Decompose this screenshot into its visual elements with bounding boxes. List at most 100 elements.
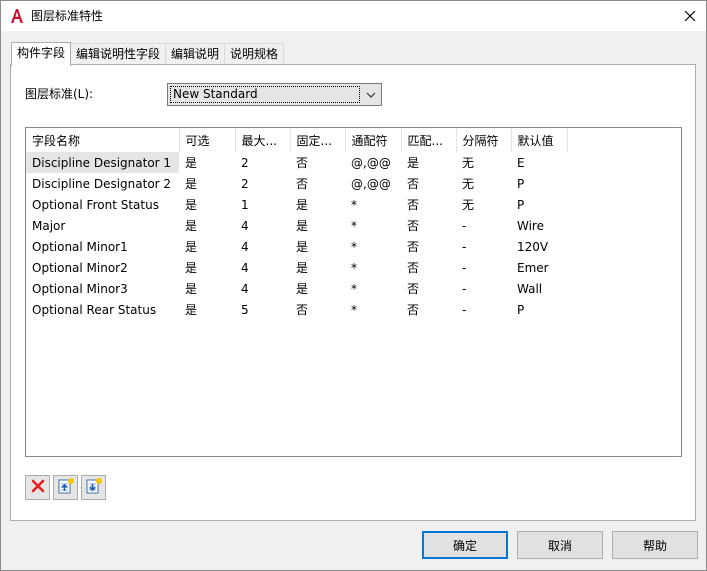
table-row[interactable]: Optional Minor2 是 4 是 * 否 - Emer: [26, 257, 567, 278]
cell-wildcard: *: [351, 218, 357, 233]
cell-max-length: 2: [241, 155, 249, 170]
move-up-button[interactable]: [53, 475, 78, 500]
cell-fixed: 是: [296, 240, 309, 254]
table-row[interactable]: Optional Rear Status 是 5 否 * 否 - P: [26, 299, 567, 320]
field-toolbar: [25, 475, 106, 500]
column-header-separator[interactable]: 分隔符: [456, 128, 512, 152]
cell-field-name: Major: [32, 218, 66, 233]
dialog-title: 图层标准特性: [31, 9, 104, 23]
column-header-fixed[interactable]: 固定...: [290, 128, 346, 152]
cell-max-length: 2: [241, 176, 249, 191]
cell-separator: -: [462, 302, 467, 317]
cell-optional: 是: [185, 261, 198, 275]
cell-separator: 无: [462, 198, 475, 212]
cell-match: 否: [407, 240, 420, 254]
cell-field-name: Discipline Designator 2: [32, 176, 172, 191]
cell-wildcard: *: [351, 281, 357, 296]
cell-default: P: [517, 176, 525, 191]
tab-component-fields[interactable]: 构件字段: [11, 42, 72, 66]
table-row[interactable]: Optional Minor3 是 4 是 * 否 - Wall: [26, 278, 567, 299]
cell-optional: 是: [185, 219, 198, 233]
cell-default: Emer: [517, 260, 549, 275]
cell-wildcard: *: [351, 197, 357, 212]
column-header-max-length[interactable]: 最大...: [235, 128, 291, 152]
tab-strip: 构件字段 编辑说明性字段 编辑说明 说明规格: [11, 42, 285, 66]
cell-max-length: 4: [241, 281, 249, 296]
cell-optional: 是: [185, 303, 198, 317]
tab-panel: 图层标准(L): New Standard 字段名称 可选 最大... 固定..…: [10, 64, 696, 521]
cell-field-name: Discipline Designator 1: [26, 152, 179, 173]
cell-match: 否: [407, 198, 420, 212]
cell-optional: 是: [185, 156, 198, 170]
table-row[interactable]: Major 是 4 是 * 否 - Wire: [26, 215, 567, 236]
table-row[interactable]: Discipline Designator 2 是 2 否 @,@@ 否 无 P: [26, 173, 567, 194]
cell-separator: -: [462, 281, 467, 296]
layer-standard-properties-dialog: 图层标准特性 构件字段 编辑说明性字段 编辑说明 说明规格 图层标准(L): N…: [0, 0, 707, 571]
cell-max-length: 4: [241, 218, 249, 233]
cell-match: 否: [407, 282, 420, 296]
chevron-down-icon: [365, 89, 377, 101]
cell-max-length: 1: [241, 197, 249, 212]
cell-max-length: 4: [241, 260, 249, 275]
layer-standard-select[interactable]: New Standard: [167, 83, 382, 106]
layer-standard-label: 图层标准(L):: [25, 87, 94, 101]
move-down-icon: [85, 477, 103, 498]
cell-default: P: [517, 197, 525, 212]
cell-fixed: 否: [296, 303, 309, 317]
help-button[interactable]: 帮助: [612, 531, 698, 559]
table-row[interactable]: Optional Minor1 是 4 是 * 否 - 120V: [26, 236, 567, 257]
cell-fixed: 是: [296, 198, 309, 212]
cell-wildcard: *: [351, 260, 357, 275]
cell-default: E: [517, 155, 525, 170]
ok-button[interactable]: 确定: [422, 531, 508, 559]
tab-description-specs[interactable]: 说明规格: [224, 43, 285, 66]
cell-separator: -: [462, 218, 467, 233]
column-header-match[interactable]: 匹配...: [401, 128, 457, 152]
table-row[interactable]: Optional Front Status 是 1 是 * 否 无 P: [26, 194, 567, 215]
cell-separator: -: [462, 260, 467, 275]
column-header-optional[interactable]: 可选: [179, 128, 236, 152]
tab-edit-descriptions[interactable]: 编辑说明: [165, 43, 226, 66]
cell-wildcard: @,@@: [351, 155, 391, 170]
cell-wildcard: *: [351, 239, 357, 254]
column-header-wildcard[interactable]: 通配符: [345, 128, 402, 152]
cell-max-length: 5: [241, 302, 249, 317]
cell-default: Wall: [517, 281, 543, 296]
cell-field-name: Optional Front Status: [32, 197, 159, 212]
cell-optional: 是: [185, 177, 198, 191]
cell-optional: 是: [185, 282, 198, 296]
cell-wildcard: *: [351, 302, 357, 317]
column-header-default[interactable]: 默认值: [511, 128, 568, 152]
cancel-button[interactable]: 取消: [517, 531, 603, 559]
tab-edit-descriptive-fields[interactable]: 编辑说明性字段: [70, 43, 167, 66]
cell-match: 否: [407, 303, 420, 317]
cell-fixed: 是: [296, 282, 309, 296]
title-bar: 图层标准特性: [1, 1, 706, 31]
cell-wildcard: @,@@: [351, 176, 391, 191]
cell-match: 否: [407, 261, 420, 275]
move-down-button[interactable]: [81, 475, 106, 500]
cell-match: 否: [407, 177, 420, 191]
cell-default: P: [517, 302, 525, 317]
cell-field-name: Optional Minor2: [32, 260, 128, 275]
autocad-a-icon: [10, 8, 24, 24]
move-up-icon: [57, 477, 75, 498]
table-row[interactable]: Discipline Designator 1 是 2 否 @,@@ 是 无 E: [26, 152, 567, 173]
cell-default: 120V: [517, 239, 549, 254]
cell-separator: -: [462, 239, 467, 254]
cell-fixed: 是: [296, 219, 309, 233]
cell-optional: 是: [185, 198, 198, 212]
cell-separator: 无: [462, 177, 475, 191]
layer-standard-value: New Standard: [170, 86, 360, 103]
cell-field-name: Optional Minor1: [32, 239, 128, 254]
cell-separator: 无: [462, 156, 475, 170]
close-icon[interactable]: [680, 6, 700, 26]
table-header-row: 字段名称 可选 最大... 固定... 通配符 匹配... 分隔符 默认值: [26, 128, 568, 152]
fields-list[interactable]: 字段名称 可选 最大... 固定... 通配符 匹配... 分隔符 默认值 Di…: [25, 127, 682, 457]
column-header-field-name[interactable]: 字段名称: [26, 128, 180, 152]
cell-max-length: 4: [241, 239, 249, 254]
cell-match: 是: [407, 156, 420, 170]
cell-fixed: 否: [296, 177, 309, 191]
cell-field-name: Optional Minor3: [32, 281, 128, 296]
delete-field-button[interactable]: [25, 475, 50, 500]
